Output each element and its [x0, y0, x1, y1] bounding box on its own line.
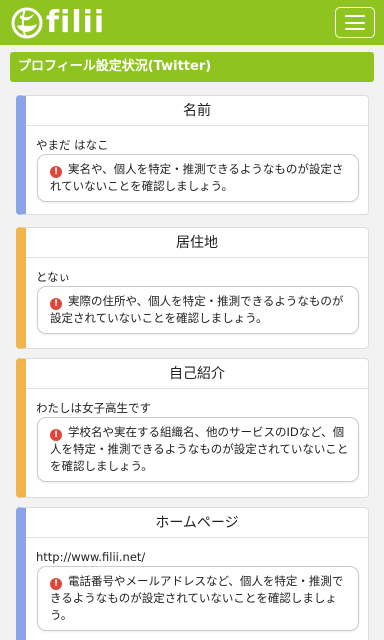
- logo-text: filii: [46, 5, 106, 40]
- globe-logo-icon: [11, 7, 43, 38]
- card-title: 自己紹介: [26, 359, 368, 389]
- hamburger-menu-button[interactable]: [335, 7, 375, 38]
- card-title: ホームページ: [26, 508, 368, 538]
- profile-card-homepage: ホームページ http://www.filii.net/ ! 電話番号やメールアド…: [16, 507, 369, 640]
- warning-box: ! 電話番号やメールアドレスなど、個人を特定・推測できるようなものが設定されていな…: [37, 566, 359, 631]
- card-title: 居住地: [26, 228, 368, 258]
- warning-text: 電話番号やメールアドレスなど、個人を特定・推測できるようなものが設定されていない…: [50, 574, 344, 622]
- menu-bar-icon: [345, 28, 365, 30]
- menu-bar-icon: [345, 21, 365, 24]
- warning-text: 学校名や実在する組織名、他のサービスのIDなど、個人を特定・推測できるようなもの…: [50, 425, 349, 473]
- warning-box: ! 学校名や実在する組織名、他のサービスのIDなど、個人を特定・推測できるようなも…: [37, 417, 359, 482]
- warning-text: 実際の住所や、個人を特定・推測できるようなものが設定されていないことを確認しまし…: [50, 294, 344, 325]
- menu-bar-icon: [345, 15, 365, 17]
- warning-exclamation-icon: !: [50, 578, 62, 590]
- warning-box: ! 実名や、個人を特定・推測できるようなものが設定されていないことを確認しましょう…: [37, 154, 359, 202]
- card-title: 名前: [26, 96, 368, 126]
- card-value: やまだ はなこ: [36, 138, 109, 152]
- warning-box: ! 実際の住所や、個人を特定・推測できるようなものが設定されていないことを確認しま…: [37, 286, 359, 334]
- profile-card-location: 居住地 となぃ ! 実際の住所や、個人を特定・推測できるようなものが設定されていな…: [16, 227, 369, 349]
- warning-text: 実名や、個人を特定・推測できるようなものが設定されていないことを確認しましょう。: [50, 162, 344, 193]
- card-value: となぃ: [36, 270, 71, 284]
- card-value: http://www.filii.net/: [36, 550, 146, 564]
- section-title: プロフィール設定状況(Twitter): [10, 52, 374, 82]
- profile-card-bio: 自己紹介 わたしは女子高生です ! 学校名や実在する組織名、他のサービスのIDなど…: [16, 358, 369, 498]
- profile-card-name: 名前 やまだ はなこ ! 実名や、個人を特定・推測できるようなものが設定されていな…: [16, 95, 369, 215]
- warning-exclamation-icon: !: [50, 298, 62, 310]
- warning-exclamation-icon: !: [50, 166, 62, 178]
- warning-exclamation-icon: !: [50, 429, 62, 441]
- app-header: filii: [0, 0, 384, 45]
- filii-logo[interactable]: filii: [10, 4, 105, 41]
- card-value: わたしは女子高生です: [36, 401, 151, 415]
